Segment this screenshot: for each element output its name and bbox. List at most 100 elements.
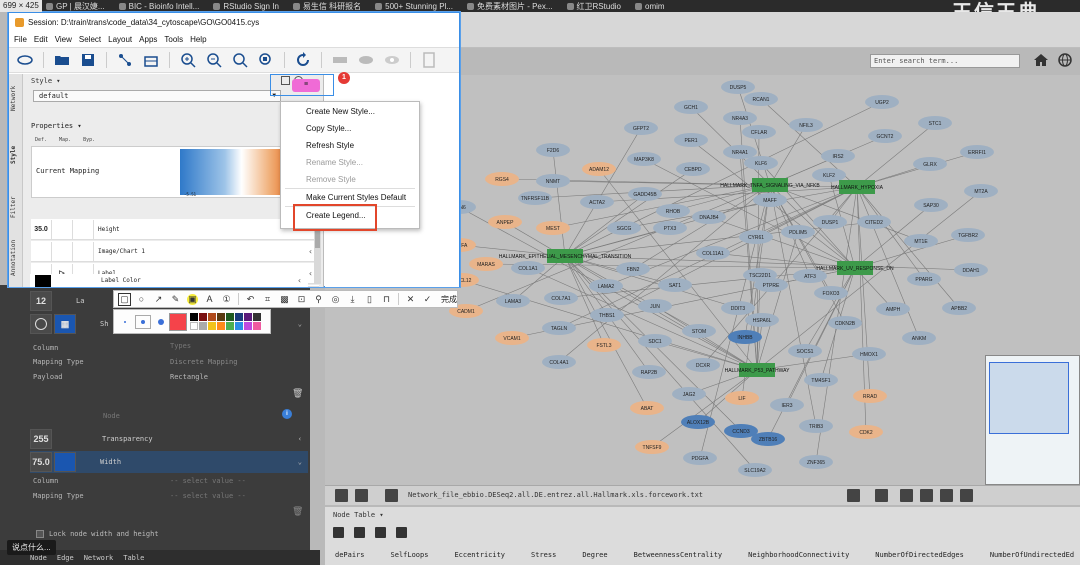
network-node[interactable]: LAMA2	[589, 279, 623, 293]
check-icon[interactable]: ✓	[422, 294, 433, 305]
chevron-down-icon[interactable]: ⌄	[298, 458, 302, 466]
lock-checkbox[interactable]	[36, 530, 44, 538]
open-folder-icon[interactable]	[54, 52, 70, 68]
done-button[interactable]: 完成	[441, 294, 457, 305]
network-node[interactable]: INHBB	[728, 330, 762, 344]
color-swatch[interactable]	[244, 322, 252, 330]
size-medium-option[interactable]	[135, 315, 151, 329]
width-row[interactable]: 75.0 Width ⌄	[30, 451, 308, 473]
network-node[interactable]: PER1	[674, 133, 708, 147]
transparency-row[interactable]: 255 Transparency ‹	[30, 428, 308, 450]
menu-layout[interactable]: Layout	[108, 35, 132, 44]
network-node[interactable]: ERRFI1	[960, 145, 994, 159]
network-node[interactable]: ANPEP	[488, 215, 522, 229]
select-icon[interactable]	[900, 489, 913, 502]
network-node[interactable]: ADAM12	[582, 162, 616, 176]
import-network-icon[interactable]	[117, 52, 133, 68]
network-node[interactable]: ACTA2	[580, 195, 614, 209]
network-node[interactable]: DNAJB4	[692, 210, 726, 224]
ellipse-tool-icon[interactable]: ○	[136, 294, 147, 305]
network-node[interactable]: HMOX1	[852, 347, 886, 361]
shape-default-icon[interactable]	[30, 314, 52, 334]
network-node[interactable]: AMPH	[876, 302, 910, 316]
network-node[interactable]: VCAM1	[495, 331, 529, 345]
table-column-header[interactable]: Eccentricity	[454, 551, 531, 565]
home-icon[interactable]	[1033, 52, 1049, 68]
network-node[interactable]: DCXR	[686, 358, 720, 372]
table-column-header[interactable]: dePairs	[335, 551, 391, 565]
tab-network[interactable]: Network	[10, 78, 22, 118]
tab-annotation[interactable]: Annotation	[10, 234, 22, 282]
bookmark-item[interactable]: omim	[635, 2, 665, 11]
transparency-value[interactable]: 255	[30, 429, 52, 449]
highlighter-tool-icon[interactable]: ▣	[187, 293, 198, 305]
network-node[interactable]: STOM	[682, 324, 716, 338]
network-node[interactable]: ZBTB16	[751, 432, 785, 446]
network-node[interactable]: SOCS1	[788, 344, 822, 358]
network-hub-node[interactable]: HALLMARK_HYPOXIA	[831, 180, 884, 194]
network-node[interactable]: JAG2	[672, 387, 706, 401]
network-node[interactable]: CDK2	[849, 425, 883, 439]
zoom-in-icon[interactable]	[180, 52, 196, 68]
network-node[interactable]: SDC1	[638, 334, 672, 348]
chevron-left-icon[interactable]: ‹	[298, 435, 302, 443]
color-swatch[interactable]	[253, 322, 261, 330]
network-node[interactable]: SAT1	[658, 278, 692, 292]
layout-icon[interactable]	[875, 489, 888, 502]
column2-value[interactable]: -- select value --	[170, 477, 246, 485]
grid-icon[interactable]	[335, 489, 348, 502]
network-node[interactable]: MAP3K8	[627, 152, 661, 166]
size-small-option[interactable]	[118, 316, 132, 328]
color-swatch[interactable]	[226, 322, 234, 330]
style-header[interactable]: Style ▾	[31, 77, 61, 85]
bookmark-item[interactable]: 易生信 科研报名	[292, 1, 361, 12]
menu-help[interactable]: Help	[190, 35, 206, 44]
width-value[interactable]: 75.0	[30, 452, 52, 472]
trash-icon[interactable]: 🗑	[292, 507, 303, 517]
zoom-out-icon[interactable]	[206, 52, 222, 68]
menu-view[interactable]: View	[55, 35, 72, 44]
network-node[interactable]: JUN	[638, 299, 672, 313]
network-node[interactable]: NR4A3	[723, 111, 757, 125]
menu-apps[interactable]: Apps	[139, 35, 157, 44]
comment-input-popup[interactable]: 说点什么...	[7, 540, 56, 555]
color-swatch[interactable]	[244, 313, 252, 321]
menu-select[interactable]: Select	[79, 35, 101, 44]
pin-icon[interactable]: ⚲	[313, 294, 324, 305]
network-node[interactable]: COL11A1	[696, 246, 730, 260]
color-swatch[interactable]	[235, 322, 243, 330]
table-column-header[interactable]: NumberOfDirectedEdges	[875, 551, 990, 565]
height-default-value[interactable]: 35.0	[31, 219, 52, 239]
network-node[interactable]: PDLIM5	[781, 225, 815, 239]
bookmark-item[interactable]: RStudio Sign In	[213, 2, 279, 11]
undo-icon[interactable]: ↶	[245, 294, 256, 305]
zoom-selected-icon[interactable]	[258, 52, 274, 68]
color-swatch[interactable]	[208, 313, 216, 321]
export-icon[interactable]	[847, 489, 860, 502]
network-node[interactable]: TGFBR2	[951, 228, 985, 242]
network-node[interactable]: GADD45B	[628, 187, 662, 201]
chevron-down-icon[interactable]: ⌄	[298, 320, 302, 328]
property-row-image-chart[interactable]: Image/Chart 1 ‹	[31, 241, 319, 262]
grid-view-icon[interactable]	[920, 489, 933, 502]
network-node[interactable]: MT2A	[964, 184, 998, 198]
network-node[interactable]: FOXO3	[814, 286, 848, 300]
close-icon[interactable]: ✕	[405, 294, 416, 305]
label-color-row[interactable]: Label Color ‹	[30, 274, 308, 287]
network-icon[interactable]	[17, 52, 33, 68]
network-node[interactable]: TNFRSF11B	[518, 191, 552, 205]
network-node[interactable]: CDKN2B	[828, 316, 862, 330]
tab-table[interactable]: Table	[123, 554, 144, 562]
menu-item-copy-style[interactable]: Copy Style...	[281, 121, 419, 137]
search-input[interactable]: Enter search term...	[870, 54, 1020, 68]
network-node[interactable]: ALOX12B	[681, 415, 715, 429]
crop-icon[interactable]: ⌗	[262, 294, 273, 305]
table-column-header[interactable]: SelfLoops	[391, 551, 455, 565]
properties-menu[interactable]: Properties ▾	[31, 122, 82, 130]
share-icon[interactable]	[355, 489, 368, 502]
menu-tools[interactable]: Tools	[164, 35, 183, 44]
color-swatch[interactable]	[253, 313, 261, 321]
refresh-icon[interactable]	[295, 52, 311, 68]
link-icon[interactable]	[396, 527, 407, 538]
network-node[interactable]: COL7A1	[544, 291, 578, 305]
